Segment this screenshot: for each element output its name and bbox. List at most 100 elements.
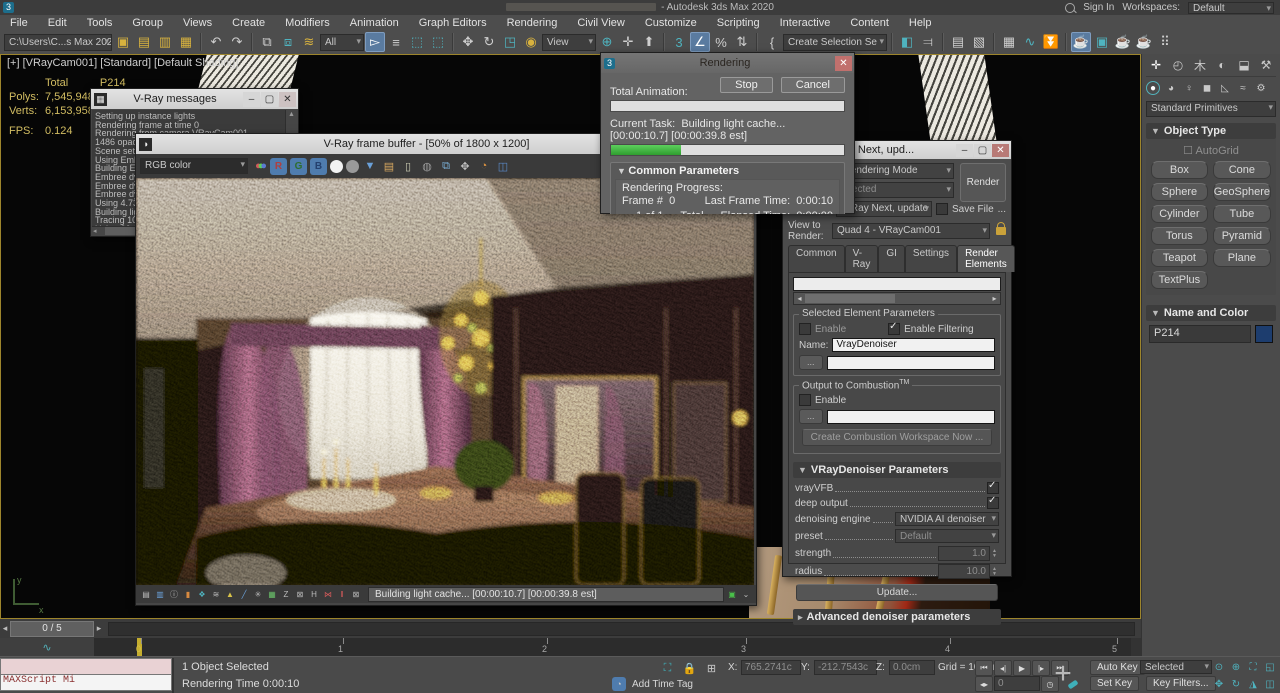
- open-scene-icon[interactable]: ▤: [134, 32, 154, 52]
- maximize-icon[interactable]: ▢: [261, 92, 278, 107]
- geometry-icon[interactable]: ●: [1146, 81, 1160, 95]
- arrays-icon[interactable]: ⠿: [1155, 32, 1175, 52]
- time-tag-icon[interactable]: ◔: [612, 677, 626, 691]
- save-plus-icon[interactable]: ▦: [176, 32, 196, 52]
- track-mouse-icon[interactable]: ✥: [457, 158, 473, 174]
- create-combustion-workspace-button[interactable]: Create Combustion Workspace Now ...: [802, 429, 992, 446]
- maxscript-field[interactable]: MAXScript Mi: [0, 675, 172, 691]
- current-frame-field[interactable]: 0: [994, 676, 1040, 691]
- alpha-channel-icon[interactable]: [330, 160, 343, 173]
- stop-button[interactable]: Stop: [720, 77, 773, 93]
- save-scene-icon[interactable]: ▥: [155, 32, 175, 52]
- vraydenoiser-parameters-rollout[interactable]: ▼VRayDenoiser Parameters: [793, 462, 1001, 478]
- close-icon[interactable]: ✕: [992, 144, 1009, 157]
- duplicate-to-host-icon[interactable]: ⧉: [438, 158, 454, 174]
- red-channel-toggle[interactable]: R: [270, 158, 287, 175]
- frame-forward-button[interactable]: ▸: [94, 623, 104, 634]
- save-file-browse[interactable]: ...: [998, 204, 1006, 215]
- zoom-icon[interactable]: ⊙: [1211, 659, 1227, 675]
- menu-rendering[interactable]: Rendering: [497, 17, 568, 29]
- pan-icon[interactable]: ✥: [1211, 676, 1227, 692]
- vfb-about-icon[interactable]: ⓘ: [168, 588, 180, 600]
- browse-button[interactable]: ...: [799, 355, 823, 370]
- systems-icon[interactable]: ⚙: [1254, 81, 1268, 95]
- menu-create[interactable]: Create: [222, 17, 275, 29]
- bind-spacewarp-icon[interactable]: ≋: [299, 32, 319, 52]
- render-image[interactable]: [136, 178, 754, 585]
- align-icon[interactable]: ⫤: [918, 32, 938, 52]
- menu-tools[interactable]: Tools: [77, 17, 123, 29]
- macro-recorder-field[interactable]: [0, 658, 172, 675]
- common-parameters-rollout[interactable]: ▼ Common Parameters Rendering Progress: …: [610, 162, 845, 214]
- object-name-field[interactable]: P214: [1149, 325, 1251, 343]
- selection-lock-icon[interactable]: 🔒: [682, 661, 697, 676]
- vfb-ocio-icon[interactable]: H: [308, 588, 320, 600]
- workspace-dropdown[interactable]: Default: [1188, 2, 1274, 14]
- keyboard-override-icon[interactable]: ⬆: [639, 32, 659, 52]
- torus-button[interactable]: Torus: [1151, 227, 1208, 245]
- stereo-icon[interactable]: ◫: [495, 158, 511, 174]
- name-color-rollout[interactable]: ▼Name and Color: [1146, 305, 1276, 321]
- motion-tab-icon[interactable]: ◐: [1214, 58, 1230, 72]
- window-crossing-icon[interactable]: ⬚: [428, 32, 448, 52]
- orbit-icon[interactable]: ↻: [1228, 676, 1244, 692]
- rendering-dialog-titlebar[interactable]: 3 Rendering ✕: [601, 53, 854, 73]
- menu-help[interactable]: Help: [899, 17, 942, 29]
- menu-graph-editors[interactable]: Graph Editors: [409, 17, 497, 29]
- field-of-view-icon[interactable]: ◮: [1245, 676, 1261, 692]
- plane-button[interactable]: Plane: [1213, 249, 1271, 267]
- key-mode-dropdown[interactable]: Selected: [1140, 660, 1212, 674]
- menu-interactive[interactable]: Interactive: [770, 17, 841, 29]
- select-move-icon[interactable]: ✥: [458, 32, 478, 52]
- layer-explorer-icon[interactable]: ▤: [948, 32, 968, 52]
- menu-edit[interactable]: Edit: [38, 17, 77, 29]
- autogrid-checkbox[interactable]: ☐ AutoGrid: [1148, 144, 1274, 157]
- menu-modifiers[interactable]: Modifiers: [275, 17, 340, 29]
- advanced-denoiser-rollout[interactable]: ▸Advanced denoiser parameters: [793, 609, 1001, 625]
- render-iterative-icon[interactable]: ☕: [1134, 32, 1154, 52]
- vfb-background-icon[interactable]: ❖: [196, 588, 208, 600]
- vfb-icc-icon[interactable]: Z: [280, 588, 292, 600]
- object-color-swatch[interactable]: [1255, 325, 1273, 343]
- color-wheel-icon[interactable]: ●●●: [251, 158, 267, 174]
- vfb-layers-icon[interactable]: ≋: [210, 588, 222, 600]
- render-setup-icon[interactable]: ☕: [1071, 32, 1091, 52]
- menu-views[interactable]: Views: [173, 17, 222, 29]
- vfb-compare-icon[interactable]: ▥: [154, 588, 166, 600]
- track-bar-ruler[interactable]: 0 1 2 3 4 5: [94, 638, 1131, 656]
- x-coordinate-field[interactable]: 765.2741c: [741, 660, 801, 675]
- helpers-icon[interactable]: ◺: [1218, 81, 1232, 95]
- update-button[interactable]: Update...: [796, 584, 998, 601]
- spacewarps-icon[interactable]: ≈: [1236, 81, 1250, 95]
- key-mode-toggle-icon[interactable]: ◂▸: [975, 676, 993, 692]
- enable-checkbox[interactable]: [799, 323, 811, 335]
- add-time-tag[interactable]: Add Time Tag: [632, 679, 693, 690]
- zoom-region-icon[interactable]: ◱: [1262, 659, 1278, 675]
- clear-image-icon[interactable]: ◍: [419, 158, 435, 174]
- menu-customize[interactable]: Customize: [635, 17, 707, 29]
- transform-gizmo-icon[interactable]: ⊞: [704, 661, 719, 676]
- y-coordinate-field[interactable]: -212.7543c: [814, 660, 877, 675]
- element-name-field[interactable]: VrayDenoiser: [832, 338, 995, 352]
- vfb-expand-icon[interactable]: ⌄: [740, 588, 752, 600]
- angle-snap-icon[interactable]: ∠: [690, 32, 710, 52]
- deep-output-checkbox[interactable]: [987, 497, 999, 509]
- menu-file[interactable]: File: [0, 17, 38, 29]
- auto-key-button[interactable]: Auto Key: [1090, 660, 1145, 675]
- link-icon[interactable]: ⧉: [257, 32, 277, 52]
- frame-back-button[interactable]: ◂: [0, 623, 10, 634]
- combustion-browse-button[interactable]: ...: [799, 409, 823, 424]
- clipboard-icon[interactable]: ▯: [400, 158, 416, 174]
- zoom-all-icon[interactable]: ⊕: [1228, 659, 1244, 675]
- cone-button[interactable]: Cone: [1213, 161, 1271, 179]
- viewport-label[interactable]: [+] [VRayCam001] [Standard] [Default Sha…: [7, 57, 238, 69]
- combustion-path-field[interactable]: [827, 410, 995, 424]
- menu-animation[interactable]: Animation: [340, 17, 409, 29]
- lock-view-icon[interactable]: [996, 227, 1006, 235]
- cancel-button[interactable]: Cancel: [781, 77, 845, 93]
- render-button[interactable]: Render: [960, 163, 1006, 202]
- vfb-srgb-icon[interactable]: ▦: [266, 588, 278, 600]
- previous-frame-button[interactable]: ◂|: [994, 660, 1012, 676]
- menu-civil-view[interactable]: Civil View: [567, 17, 634, 29]
- view-to-render-dropdown[interactable]: Quad 4 - VRayCam001: [832, 223, 990, 239]
